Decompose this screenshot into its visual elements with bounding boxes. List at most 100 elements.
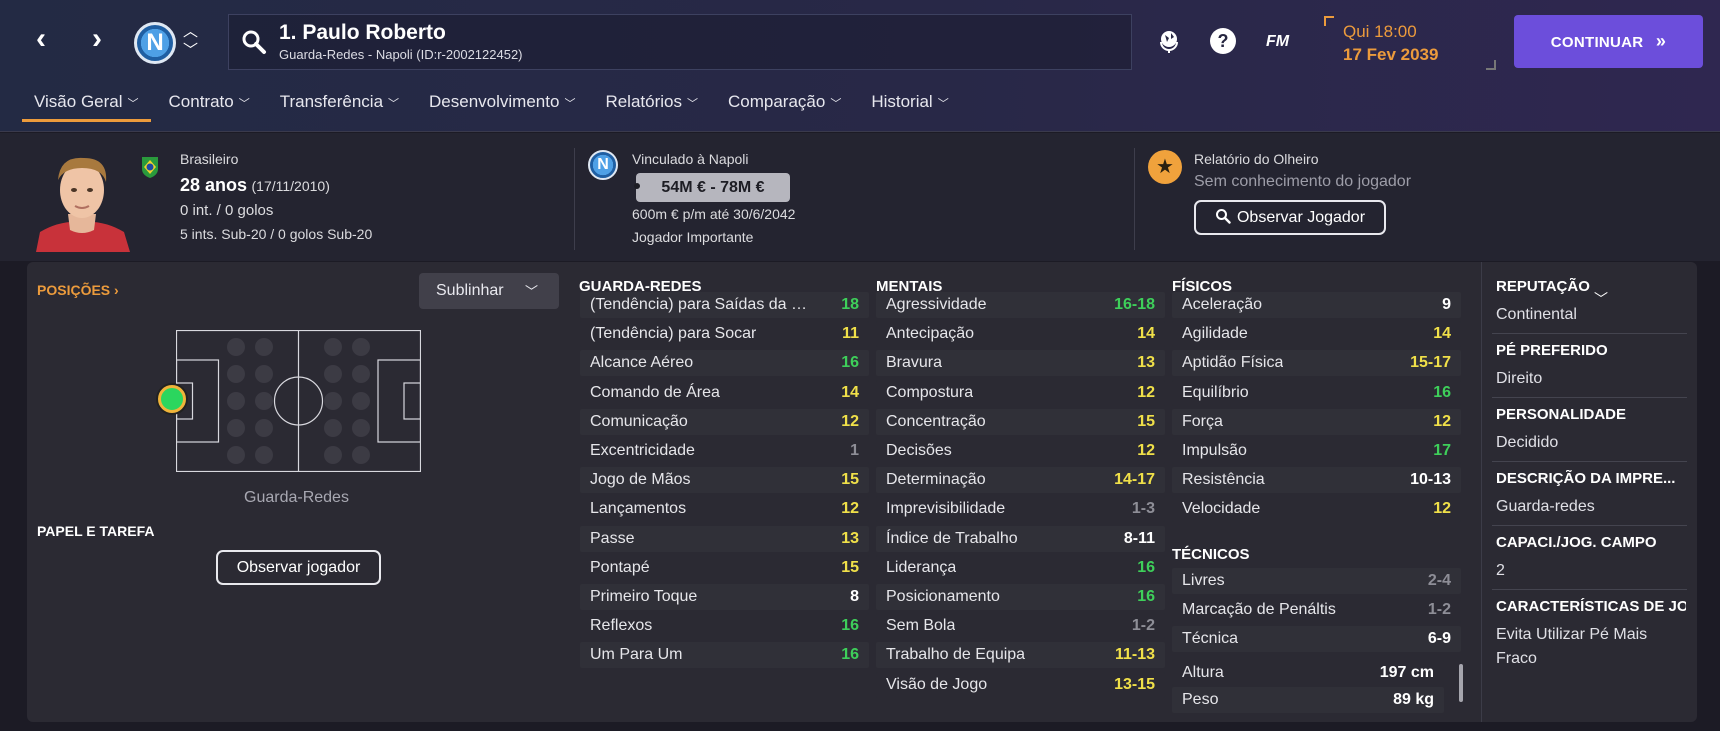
tab-desenvolvimento[interactable]: Desenvolvimento ﹀ xyxy=(417,84,587,122)
tab-bar: Visão Geral ﹀ Contrato ﹀ Transferência ﹀ De… xyxy=(22,84,967,124)
date-corner-bracket xyxy=(1324,16,1334,26)
divider xyxy=(1492,461,1687,462)
attribute-name: Técnica xyxy=(1182,630,1239,648)
attribute-row[interactable]: Impulsão 17 xyxy=(1172,438,1461,464)
attribute-row[interactable]: Marcação de Penáltis 1-2 xyxy=(1172,597,1461,624)
attribute-row[interactable]: Bravura 13 xyxy=(876,350,1165,377)
attribute-row[interactable]: Compostura 12 xyxy=(876,379,1165,406)
attribute-row[interactable]: Velocidade 12 xyxy=(1172,496,1461,523)
attribute-row[interactable]: Livres 2-4 xyxy=(1172,568,1461,594)
attribute-name: Determinação xyxy=(886,471,986,489)
attribute-row[interactable]: Posicionamento 16 xyxy=(876,584,1165,610)
scrollbar-thumb[interactable] xyxy=(1459,664,1463,702)
attribute-row[interactable]: Lançamentos 12 xyxy=(580,496,869,523)
attribute-row[interactable]: Alcance Aéreo 16 xyxy=(580,350,869,377)
attribute-row[interactable]: Jogo de Mãos 15 xyxy=(580,467,869,494)
attribute-row[interactable]: Aptidão Física 15-17 xyxy=(1172,350,1461,377)
chevron-down-icon[interactable]: ﹀ xyxy=(183,43,198,58)
contract-club[interactable]: Vinculado à Napoli xyxy=(632,151,749,167)
transfer-value[interactable]: 54M € - 78M € xyxy=(636,173,790,202)
attribute-row[interactable]: Resistência 10-13 xyxy=(1172,467,1461,494)
tab-transferencia[interactable]: Transferência ﹀ xyxy=(268,84,411,122)
globe-icon[interactable] xyxy=(1156,27,1184,55)
nationality[interactable]: Brasileiro xyxy=(180,151,238,167)
back-arrow-icon[interactable]: ‹ xyxy=(24,24,58,58)
attribute-row[interactable]: Antecipação 14 xyxy=(876,321,1165,348)
detail-value[interactable]: Decidido xyxy=(1496,431,1686,455)
detail-value[interactable]: Continental xyxy=(1496,303,1686,327)
tab-label: Contrato xyxy=(168,92,234,111)
attribute-value: 12 xyxy=(841,500,859,518)
club-badge-icon[interactable]: N xyxy=(134,22,176,64)
club-badge-icon[interactable]: N xyxy=(588,150,618,180)
attribute-row[interactable]: Decisões 12 xyxy=(876,438,1165,464)
attribute-row[interactable]: Técnica 6-9 xyxy=(1172,626,1461,653)
attribute-value: 1-2 xyxy=(1131,617,1155,635)
attribute-row[interactable]: Visão de Jogo 13-15 xyxy=(876,671,1165,698)
fm-logo-icon[interactable]: FM xyxy=(1266,33,1289,51)
tab-comparacao[interactable]: Comparação ﹀ xyxy=(716,84,853,122)
attribute-row[interactable]: Agressividade 16-18 xyxy=(876,292,1165,318)
highlight-dropdown[interactable]: Sublinhar ﹀ xyxy=(419,273,559,309)
attribute-row[interactable]: (Tendência) para Socar 11 xyxy=(580,321,869,348)
player-search-box[interactable]: 1. Paulo Roberto Guarda-Redes - Napoli (… xyxy=(228,14,1132,70)
position-pitch[interactable] xyxy=(176,330,421,472)
attribute-row[interactable]: Índice de Trabalho 8-11 xyxy=(876,525,1165,552)
attribute-row[interactable]: Comando de Área 14 xyxy=(580,379,869,406)
tab-label: Relatórios xyxy=(605,92,682,111)
attribute-row[interactable]: Trabalho de Equipa 11-13 xyxy=(876,642,1165,669)
attribute-row[interactable]: Pontapé 15 xyxy=(580,554,869,581)
attribute-value: 12 xyxy=(1433,500,1451,518)
detail-value[interactable]: Evita Utilizar Pé Mais Fraco xyxy=(1496,623,1686,671)
chevron-down-icon: ﹀ xyxy=(127,98,139,110)
game-date[interactable]: 17 Fev 2039 xyxy=(1343,45,1438,65)
positions-title-label: POSIÇÕES xyxy=(37,282,111,298)
attribute-row[interactable]: Liderança 16 xyxy=(876,554,1165,581)
detail-value[interactable]: 2 xyxy=(1496,559,1686,583)
attribute-row[interactable]: Passe 13 xyxy=(580,525,869,552)
attribute-name: Sem Bola xyxy=(886,617,956,635)
observe-player-button[interactable]: Observar jogador xyxy=(216,550,381,585)
positions-title[interactable]: POSIÇÕES › xyxy=(37,282,119,298)
attribute-value: 16 xyxy=(1137,588,1155,605)
search-icon xyxy=(1215,209,1231,224)
attribute-name: Antecipação xyxy=(886,325,975,343)
attribute-row[interactable]: Sem Bola 1-2 xyxy=(876,613,1165,640)
chevron-down-icon: ﹀ xyxy=(937,98,949,110)
detail-value[interactable]: Guarda-redes xyxy=(1496,495,1686,519)
continue-button[interactable]: CONTINUAR » xyxy=(1514,15,1703,68)
scout-player-button[interactable]: Observar Jogador xyxy=(1194,200,1386,235)
attribute-value: 16-18 xyxy=(1114,296,1155,313)
help-icon[interactable]: ? xyxy=(1209,27,1237,55)
tab-historial[interactable]: Historial ﹀ xyxy=(859,84,960,122)
attribute-row[interactable]: Imprevisibilidade 1-3 xyxy=(876,496,1165,523)
attribute-name: Agilidade xyxy=(1182,325,1248,343)
tab-contrato[interactable]: Contrato ﹀ xyxy=(157,84,262,122)
tab-relatorios[interactable]: Relatórios ﹀ xyxy=(593,84,710,122)
chevron-up-icon[interactable]: ︿ xyxy=(183,24,198,39)
attribute-row[interactable]: Determinação 14-17 xyxy=(876,467,1165,494)
attribute-row[interactable]: Agilidade 14 xyxy=(1172,321,1461,348)
attribute-row[interactable]: Um Para Um 16 xyxy=(580,642,869,669)
attribute-row[interactable]: Comunicação 12 xyxy=(580,408,869,435)
player-portrait[interactable] xyxy=(30,150,134,252)
attribute-row[interactable]: (Tendência) para Saídas da Área 18 xyxy=(580,292,869,318)
goalkeeper-position-marker[interactable] xyxy=(158,385,186,413)
attribute-row[interactable]: Concentração 15 xyxy=(876,408,1165,435)
attribute-row[interactable]: Aceleração 9 xyxy=(1172,292,1461,318)
tab-visao-geral[interactable]: Visão Geral ﹀ xyxy=(22,84,151,122)
attribute-value: 16 xyxy=(841,617,859,635)
attribute-name: Altura xyxy=(1182,664,1224,681)
attribute-row[interactable]: Equilíbrio 16 xyxy=(1172,379,1461,406)
attribute-row[interactable]: Reflexos 16 xyxy=(580,613,869,640)
birth-date: (17/11/2010) xyxy=(251,178,330,194)
attribute-row[interactable]: Força 12 xyxy=(1172,408,1461,435)
game-time[interactable]: Qui 18:00 xyxy=(1343,22,1417,42)
attribute-row[interactable]: Excentricidade 1 xyxy=(580,438,869,464)
attribute-row[interactable]: Altura 197 cm xyxy=(1172,660,1444,686)
attribute-row[interactable]: Peso 89 kg xyxy=(1172,687,1444,713)
forward-arrow-icon[interactable]: › xyxy=(80,24,114,58)
attribute-row[interactable]: Primeiro Toque 8 xyxy=(580,584,869,610)
attribute-name: Trabalho de Equipa xyxy=(886,646,1026,664)
detail-value[interactable]: Direito xyxy=(1496,367,1686,391)
